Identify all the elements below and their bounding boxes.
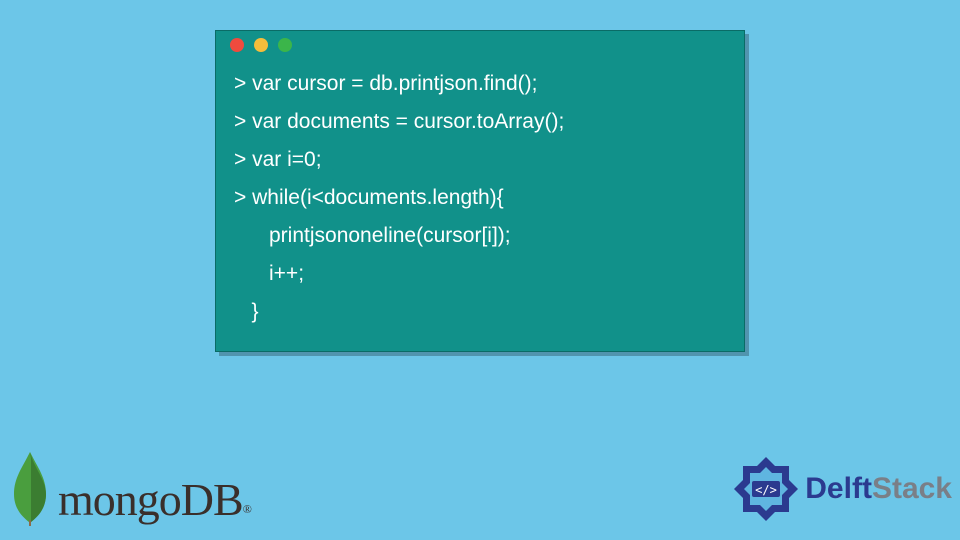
delftstack-text: DelftStack xyxy=(805,472,952,506)
stack-word: Stack xyxy=(872,472,952,505)
mongodb-wordmark: mongoDB xyxy=(58,474,243,525)
mongodb-logo: mongoDB® xyxy=(10,450,251,526)
mongodb-text: mongoDB® xyxy=(58,473,251,526)
registered-mark: ® xyxy=(243,502,251,516)
code-line: > var cursor = db.printjson.find(); xyxy=(234,65,726,103)
code-line: > while(i<documents.length){ xyxy=(234,179,726,217)
window-titlebar xyxy=(216,31,744,59)
code-line: > var documents = cursor.toArray(); xyxy=(234,103,726,141)
mongodb-leaf-icon xyxy=(10,450,50,526)
delft-word: Delft xyxy=(805,472,872,505)
close-icon xyxy=(230,38,244,52)
maximize-icon xyxy=(278,38,292,52)
minimize-icon xyxy=(254,38,268,52)
code-line: i++; xyxy=(234,255,726,293)
delftstack-badge-icon: </> xyxy=(731,454,801,524)
code-line: } xyxy=(234,293,726,331)
svg-text:</>: </> xyxy=(755,483,777,497)
code-line: printjsononeline(cursor[i]); xyxy=(234,217,726,255)
code-line: > var i=0; xyxy=(234,141,726,179)
code-window: > var cursor = db.printjson.find(); > va… xyxy=(215,30,745,352)
code-body: > var cursor = db.printjson.find(); > va… xyxy=(216,59,744,351)
delftstack-logo: </> DelftStack xyxy=(731,454,952,524)
footer: mongoDB® </> DelftStack xyxy=(0,430,960,540)
